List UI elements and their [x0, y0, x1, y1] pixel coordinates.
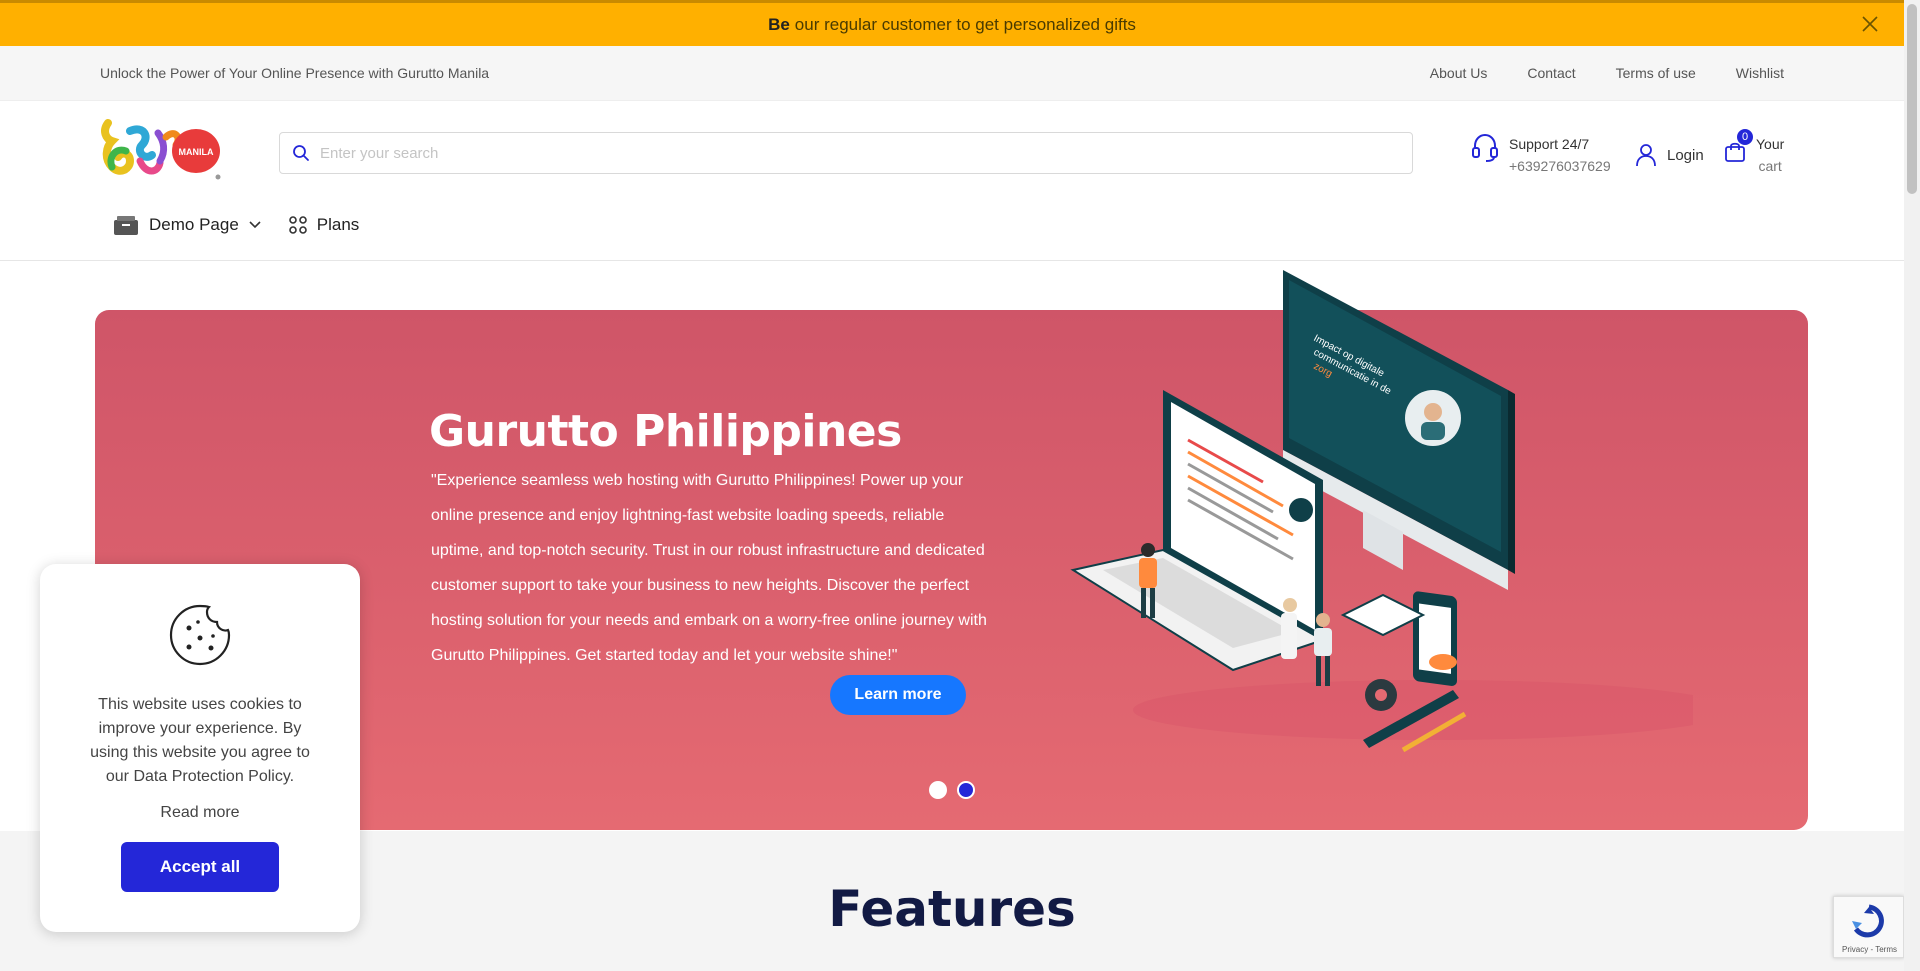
contact-link[interactable]: Contact — [1527, 65, 1575, 81]
support-label: Support 24/7 — [1509, 136, 1590, 152]
page-scrollbar[interactable] — [1904, 0, 1920, 971]
wishlist-link[interactable]: Wishlist — [1736, 65, 1784, 81]
cart-button[interactable]: 0 Your cart — [1724, 129, 1785, 177]
top-links-bar: Unlock the Power of Your Online Presence… — [0, 46, 1904, 101]
site-logo[interactable]: MANILA — [100, 117, 224, 183]
hero-title: Gurutto Philippines — [429, 406, 902, 457]
recaptcha-badge[interactable]: Privacy - Terms — [1833, 896, 1904, 958]
cookie-consent: This website uses cookies to improve you… — [40, 564, 360, 932]
close-icon[interactable] — [1860, 14, 1880, 34]
tagline: Unlock the Power of Your Online Presence… — [100, 65, 490, 81]
site-header: MANILA Support 24/7 +639276037629 Login — [0, 101, 1904, 261]
cookie-icon — [169, 604, 231, 666]
cookie-message: This website uses cookies to improve you… — [90, 696, 310, 785]
nav-demo-page-label: Demo Page — [149, 215, 239, 234]
cart-count-badge: 0 — [1737, 129, 1753, 145]
accept-all-button[interactable]: Accept all — [121, 842, 279, 892]
logo-text: MANILA — [179, 147, 214, 157]
box-icon — [114, 216, 138, 235]
top-links: About Us Contact Terms of use Wishlist — [1430, 65, 1784, 81]
user-icon — [1636, 144, 1656, 167]
nav-demo-page[interactable]: Demo Page — [113, 214, 261, 236]
login-label: Login — [1667, 146, 1704, 164]
headset-icon — [1472, 133, 1498, 162]
promo-banner: Be our regular customer to get personali… — [0, 0, 1904, 46]
cart-label: Your — [1756, 136, 1785, 152]
slider-dot-2[interactable] — [957, 781, 975, 799]
terms-link[interactable]: Terms of use — [1616, 65, 1696, 81]
slider-dot-1[interactable] — [929, 781, 947, 799]
hero-description: "Experience seamless web hosting with Gu… — [431, 472, 987, 664]
slider-dots — [929, 781, 975, 799]
grid-icon — [288, 216, 307, 234]
search-input[interactable] — [320, 144, 1412, 162]
read-more-link[interactable]: Read more — [40, 804, 360, 822]
promo-bold-text: Be — [768, 14, 790, 34]
recaptcha-text: Privacy - Terms — [1842, 945, 1897, 954]
learn-more-button[interactable]: Learn more — [830, 675, 966, 715]
cart-sublabel: cart — [1758, 158, 1782, 174]
about-us-link[interactable]: About Us — [1430, 65, 1488, 81]
search-icon — [293, 145, 309, 161]
support-phone: +639276037629 — [1509, 158, 1611, 174]
nav-plans-label: Plans — [316, 215, 360, 234]
scrollbar-thumb[interactable] — [1907, 4, 1917, 194]
recaptcha-icon — [1852, 904, 1884, 938]
hero-illustration: Impact op digitale communicatie in de zo… — [1070, 270, 1693, 753]
promo-text: our regular customer to get personalized… — [794, 14, 1136, 34]
nav-plans[interactable]: Plans — [288, 215, 360, 235]
main-nav: Demo Page Plans — [113, 214, 359, 236]
login-button[interactable]: Login — [1635, 143, 1704, 167]
chevron-down-icon — [249, 221, 261, 229]
search-box — [279, 132, 1413, 174]
support-block[interactable]: Support 24/7 +639276037629 — [1471, 133, 1611, 177]
